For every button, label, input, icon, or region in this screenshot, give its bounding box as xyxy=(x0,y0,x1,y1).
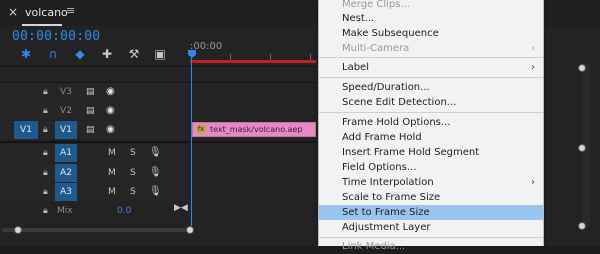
microphone-icon[interactable]: 🎙︎ xyxy=(149,164,162,182)
clip-context-menu: Merge Clips... Nest... Make Subsequence … xyxy=(318,0,544,252)
menu-item-scale-to-frame-size[interactable]: Scale to Frame Size xyxy=(319,190,543,205)
eye-icon[interactable]: ◉ xyxy=(106,83,115,101)
menu-item-insert-frame-hold-segment[interactable]: Insert Frame Hold Segment xyxy=(319,145,543,160)
horizontal-scrollbar[interactable] xyxy=(2,228,188,232)
lock-icon[interactable]: 🔒︎ xyxy=(43,164,48,182)
mix-track-label: Mix xyxy=(57,206,73,216)
microphone-icon[interactable]: 🎙︎ xyxy=(149,144,162,162)
sequence-tab-title[interactable]: volcano xyxy=(25,6,68,19)
menu-item-multi-camera[interactable]: Multi-Camera › xyxy=(319,41,543,56)
mute-button[interactable]: M xyxy=(108,183,116,201)
video-scroll-handle-top[interactable] xyxy=(578,64,586,72)
solo-button[interactable]: S xyxy=(130,183,136,201)
linked-selection-icon[interactable]: ∩ xyxy=(45,47,61,61)
scroll-handle-bottom[interactable] xyxy=(578,222,586,230)
scroll-handle-left[interactable] xyxy=(14,226,22,234)
menu-item-scene-edit-detection[interactable]: Scene Edit Detection... xyxy=(319,95,543,110)
mute-button[interactable]: M xyxy=(108,144,116,162)
divider xyxy=(0,66,316,67)
playhead-timecode[interactable]: 00:00:00:00 xyxy=(12,29,100,44)
eye-icon[interactable]: ◉ xyxy=(106,102,115,120)
solo-button[interactable]: S xyxy=(130,164,136,182)
mute-button[interactable]: M xyxy=(108,164,116,182)
menu-item-make-subsequence[interactable]: Make Subsequence xyxy=(319,26,543,41)
lock-icon[interactable]: 🔒︎ xyxy=(43,183,48,201)
snap-in-timeline-icon[interactable]: ✱ xyxy=(18,47,34,61)
playhead-line[interactable] xyxy=(191,58,192,228)
menu-item-nest[interactable]: Nest... xyxy=(319,11,543,26)
menu-item-label[interactable]: Label › xyxy=(319,60,543,75)
track-name-a3[interactable]: A3 xyxy=(55,183,77,201)
mix-volume-value[interactable]: 0.0 xyxy=(117,206,131,216)
microphone-icon[interactable]: 🎙︎ xyxy=(149,183,162,201)
film-icon[interactable]: ▤ xyxy=(86,102,95,120)
panel-menu-icon[interactable]: ≡ xyxy=(66,4,75,18)
chevron-right-icon: › xyxy=(531,43,535,54)
timeline-clip[interactable]: fx text_mask/volcano.aep xyxy=(192,122,316,137)
menu-separator xyxy=(319,237,543,238)
source-patch-v1[interactable]: V1 xyxy=(14,121,38,139)
clip-name: text_mask/volcano.aep xyxy=(210,125,303,134)
lock-icon[interactable]: 🔒︎ xyxy=(43,121,48,139)
menu-item-time-interpolation[interactable]: Time Interpolation › xyxy=(319,175,543,190)
playhead-handle[interactable] xyxy=(188,50,196,58)
menu-item-link-media[interactable]: Link Media... xyxy=(319,239,543,254)
add-marker-icon[interactable]: ◆ xyxy=(72,47,88,61)
lock-icon[interactable]: 🔒︎ xyxy=(43,83,48,101)
active-tab-underline xyxy=(22,24,62,26)
timeline-display-settings-icon[interactable]: ✚ xyxy=(99,47,115,61)
lock-icon[interactable]: 🔒︎ xyxy=(43,202,48,220)
menu-item-frame-hold-options[interactable]: Frame Hold Options... xyxy=(319,115,543,130)
film-icon[interactable]: ▤ xyxy=(86,121,95,139)
audio-scroll-handle-top[interactable] xyxy=(578,144,586,152)
video-audio-divider xyxy=(0,141,316,143)
lock-icon[interactable]: 🔒︎ xyxy=(43,102,48,120)
lock-icon[interactable]: 🔒︎ xyxy=(43,144,48,162)
track-name-a2[interactable]: A2 xyxy=(55,164,77,182)
wrench-icon[interactable]: ⚒ xyxy=(126,47,142,61)
fx-badge: fx xyxy=(196,125,206,134)
eye-icon[interactable]: ◉ xyxy=(106,121,115,139)
solo-button[interactable]: S xyxy=(130,144,136,162)
menu-item-set-to-frame-size[interactable]: Set to Frame Size xyxy=(319,205,543,220)
menu-separator xyxy=(319,77,543,78)
track-name-v1[interactable]: V1 xyxy=(55,121,77,139)
track-name-v2[interactable]: V2 xyxy=(55,102,77,120)
go-to-end-icon[interactable]: ▶◀ xyxy=(174,203,188,213)
scroll-handle-right[interactable] xyxy=(186,226,194,234)
menu-item-adjustment-layer[interactable]: Adjustment Layer xyxy=(319,220,543,235)
close-tab-icon[interactable]: × xyxy=(8,5,18,19)
render-bar xyxy=(190,60,316,63)
chevron-right-icon: › xyxy=(531,177,535,188)
captions-icon[interactable]: ▣ xyxy=(152,47,168,61)
menu-item-add-frame-hold[interactable]: Add Frame Hold xyxy=(319,130,543,145)
chevron-right-icon: › xyxy=(531,62,535,73)
track-name-v3[interactable]: V3 xyxy=(55,83,77,101)
track-name-a1[interactable]: A1 xyxy=(55,144,77,162)
menu-item-field-options[interactable]: Field Options... xyxy=(319,160,543,175)
film-icon[interactable]: ▤ xyxy=(86,83,95,101)
menu-separator xyxy=(319,112,543,113)
menu-separator xyxy=(319,57,543,58)
menu-item-speed-duration[interactable]: Speed/Duration... xyxy=(319,80,543,95)
